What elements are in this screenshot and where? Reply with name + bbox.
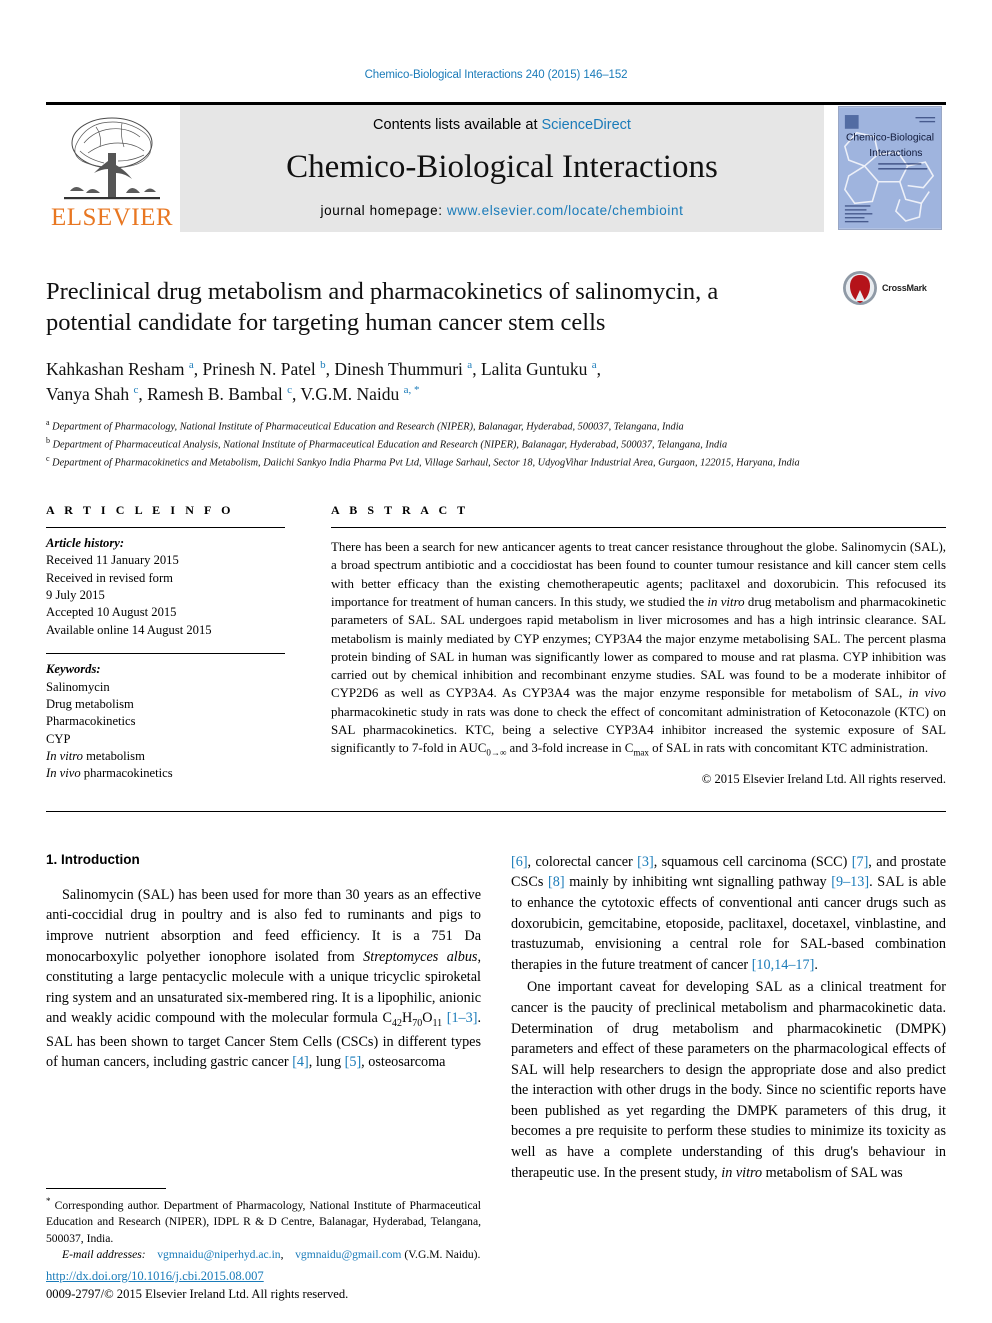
contents-available-line: Contents lists available at ScienceDirec… (373, 117, 631, 133)
journal-masthead: ELSEVIER Contents lists available at Sci… (46, 101, 946, 232)
journal-title: Chemico-Biological Interactions (286, 149, 718, 185)
contents-prefix: Contents lists available at (373, 116, 542, 133)
crossmark-icon (843, 270, 877, 305)
keywords-label: Keywords: (46, 662, 101, 677)
keyword-roman-part: metabolism (82, 749, 145, 764)
homepage-url-link[interactable]: www.elsevier.com/locate/chembioint (447, 203, 684, 218)
author-line-2: Vanya Shah c, Ramesh B. Bambal c, V.G.M.… (46, 384, 420, 405)
keyword-item: In vitro metabolism (46, 748, 285, 765)
affiliation-marker-b: b (46, 435, 50, 445)
section-heading-introduction: 1. Introduction (46, 851, 140, 867)
article-history-label: Article history: (46, 535, 125, 550)
body-column-left: 1. Introduction Salinomycin (SAL) has be… (46, 852, 481, 1186)
body-paragraph: Salinomycin (SAL) has been used for more… (46, 886, 482, 1071)
affiliation-list: a Department of Pharmacology, National I… (46, 417, 946, 471)
corresponding-author-note: * Corresponding author. Department of Ph… (46, 1196, 481, 1245)
affiliation-marker-c: c (46, 453, 50, 463)
section-separator-rule (46, 810, 946, 812)
history-item: 9 July 2015 (46, 588, 105, 603)
contents-band: Contents lists available at ScienceDirec… (180, 104, 824, 232)
article-info-heading: A R T I C L E I N F O (46, 502, 235, 517)
author-list: Kahkashan Resham a, Prinesh N. Patel b, … (46, 357, 806, 407)
svg-text:Chemico-Biological: Chemico-Biological (846, 133, 934, 144)
journal-cover-image: Chemico-Biological Interactions (838, 106, 942, 230)
homepage-prefix: journal homepage: (320, 202, 447, 218)
keyword-item: Drug metabolism (46, 696, 134, 711)
keyword-item: Pharmacokinetics (46, 714, 136, 729)
svg-text:Interactions: Interactions (869, 148, 922, 159)
history-item: Accepted 10 August 2015 (46, 605, 177, 620)
keyword-item: Salinomycin (46, 679, 110, 694)
email-link-2[interactable]: vgmnaidu@gmail.com (295, 1248, 401, 1261)
journal-cover-thumbnail: Chemico-Biological Interactions (834, 105, 946, 232)
abstract-column: A B S T R A C T There has been a search … (331, 503, 946, 787)
footnote-block: * Corresponding author. Department of Ph… (46, 1188, 481, 1264)
history-item: Received in revised form (46, 570, 173, 585)
keyword-italic-part: In vitro (46, 749, 83, 764)
keyword-item: CYP (46, 731, 71, 746)
footnote-rule (46, 1188, 166, 1189)
page-title: Preclinical drug metabolism and pharmaco… (46, 277, 719, 337)
affiliation-b: b Department of Pharmaceutical Analysis,… (46, 435, 946, 453)
email-owner: (V.G.M. Naidu). (404, 1248, 481, 1262)
doi-link[interactable]: http://dx.doi.org/10.1016/j.cbi.2015.08.… (46, 1268, 546, 1285)
author-line-1: Kahkashan Resham a, Prinesh N. Patel b, … (46, 359, 602, 380)
abstract-heading: A B S T R A C T (331, 502, 469, 517)
info-abstract-region: A R T I C L E I N F O Article history: R… (46, 503, 946, 787)
elsevier-logo: ELSEVIER (46, 104, 178, 232)
sciencedirect-link[interactable]: ScienceDirect (542, 117, 631, 133)
crossmark-badge[interactable]: CrossMark (842, 270, 946, 306)
title-area: Preclinical drug metabolism and pharmaco… (46, 270, 946, 471)
issn-copyright-line: 0009-2797/© 2015 Elsevier Ireland Ltd. A… (46, 1287, 349, 1301)
body-column-right: [6], colorectal cancer [3], squamous cel… (511, 852, 946, 1186)
body-paragraph: One important caveat for developing SAL … (511, 979, 946, 1181)
running-head: Chemico-Biological Interactions 240 (201… (364, 69, 628, 81)
affiliation-text-c: Department of Pharmacokinetics and Metab… (52, 457, 800, 469)
affiliation-c: c Department of Pharmacokinetics and Met… (46, 453, 946, 471)
abstract-text: There has been a search for new anticanc… (331, 539, 946, 758)
keyword-roman-part: pharmacokinetics (80, 766, 173, 781)
elsevier-wordmark: ELSEVIER (50, 203, 174, 231)
affiliation-text-b: Department of Pharmaceutical Analysis, N… (52, 439, 728, 451)
keywords-group: Keywords: Salinomycin Drug metabolism Ph… (46, 653, 285, 783)
history-item: Available online 14 August 2015 (46, 622, 212, 637)
doi-block: http://dx.doi.org/10.1016/j.cbi.2015.08.… (46, 1268, 546, 1303)
history-item: Received 11 January 2015 (46, 553, 179, 568)
affiliation-a: a Department of Pharmacology, National I… (46, 417, 946, 435)
body-columns: 1. Introduction Salinomycin (SAL) has be… (46, 852, 946, 1186)
email-addresses-note: E-mail addresses: vgmnaidu@niperhyd.ac.i… (62, 1248, 481, 1262)
keyword-item: In vivo pharmacokinetics (46, 765, 285, 782)
article-info-column: A R T I C L E I N F O Article history: R… (46, 503, 285, 787)
body-paragraph: [6], colorectal cancer [3], squamous cel… (511, 853, 946, 973)
email-link-1[interactable]: vgmnaidu@niperhyd.ac.in (157, 1248, 280, 1261)
article-page: Chemico-Biological Interactions 240 (201… (0, 0, 992, 1323)
keyword-italic-part: In vivo (46, 766, 81, 781)
article-history-group: Article history: Received 11 January 201… (46, 528, 285, 639)
elsevier-tree-icon (64, 117, 160, 199)
copyright-line: © 2015 Elsevier Ireland Ltd. All rights … (701, 771, 946, 786)
affiliation-text-a: Department of Pharmacology, National Ins… (52, 421, 684, 433)
email-label: E-mail addresses: (62, 1248, 146, 1262)
journal-homepage-line: journal homepage: www.elsevier.com/locat… (321, 203, 684, 218)
affiliation-marker-a: a (46, 417, 50, 427)
crossmark-label: CrossMark (882, 282, 927, 293)
